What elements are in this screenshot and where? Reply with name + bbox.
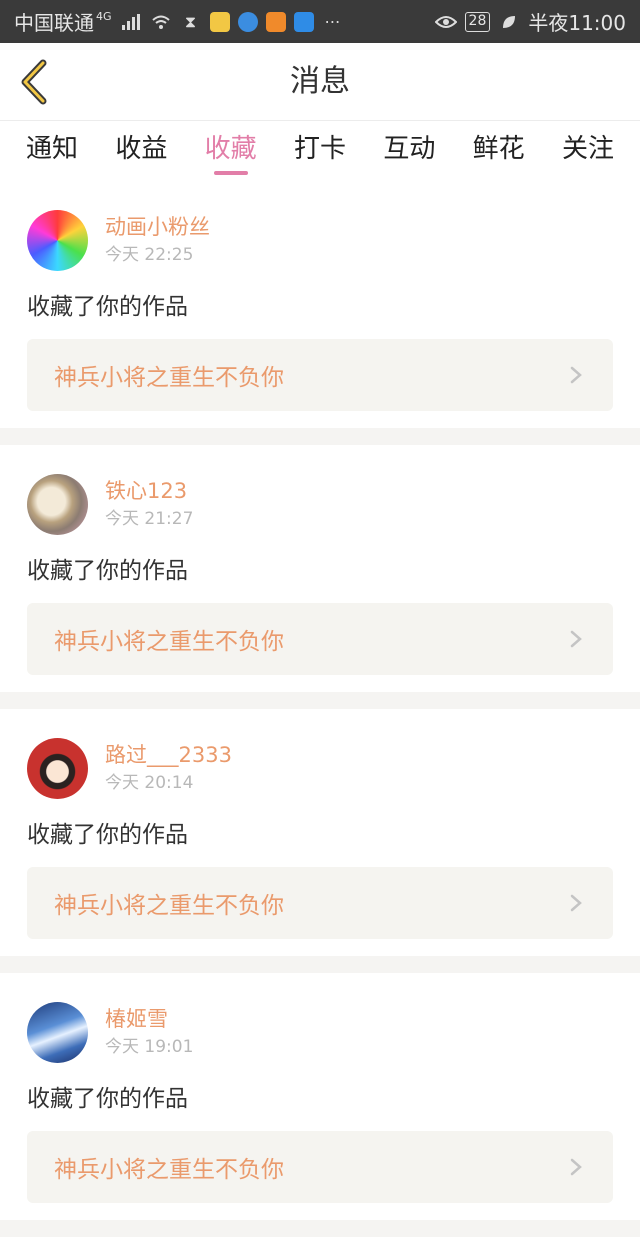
leaf-icon <box>498 11 520 33</box>
user-meta: 路过___2333 今天 20:14 <box>105 741 232 796</box>
avatar[interactable] <box>27 473 88 535</box>
action-text: 收藏了你的作品 <box>27 822 188 848</box>
tab-notice[interactable]: 通知 <box>26 121 78 181</box>
chevron-right-icon <box>570 630 582 648</box>
headset-icon <box>237 11 258 32</box>
back-arrow-icon <box>21 59 47 105</box>
work-link[interactable]: 神兵小将之重生不负你 <box>27 1131 613 1203</box>
message-card: 椿姬雪 今天 19:01 收藏了你的作品 神兵小将之重生不负你 <box>0 973 640 1220</box>
username[interactable]: 动画小粉丝 <box>105 213 210 241</box>
work-title: 神兵小将之重生不负你 <box>54 629 284 655</box>
message-list: 动画小粉丝 今天 22:25 收藏了你的作品 神兵小将之重生不负你 铁心123 … <box>0 181 640 1237</box>
username[interactable]: 铁心123 <box>105 477 193 505</box>
card-header: 路过___2333 今天 20:14 <box>27 737 613 799</box>
message-card: 动画小粉丝 今天 22:25 收藏了你的作品 神兵小将之重生不负你 <box>0 181 640 428</box>
work-link[interactable]: 神兵小将之重生不负你 <box>27 603 613 675</box>
hourglass-icon: ⧗ <box>184 11 197 31</box>
work-title: 神兵小将之重生不负你 <box>54 1157 284 1183</box>
timestamp: 今天 20:14 <box>105 772 194 793</box>
status-left: 中国联通 4G ⧗ ⋯ <box>14 7 435 36</box>
status-right: 28 半夜11:00 <box>434 7 626 36</box>
user-meta: 动画小粉丝 今天 22:25 <box>105 213 210 268</box>
status-bar: 中国联通 4G ⧗ ⋯ 28 半夜11:00 <box>0 0 640 43</box>
tab-checkin[interactable]: 打卡 <box>294 121 346 181</box>
avatar[interactable] <box>27 737 88 799</box>
signal-icon <box>120 11 142 33</box>
eye-icon <box>434 11 457 33</box>
card-header: 椿姬雪 今天 19:01 <box>27 1001 613 1063</box>
avatar[interactable] <box>27 1001 88 1063</box>
avatar[interactable] <box>27 209 88 271</box>
user-meta: 椿姬雪 今天 19:01 <box>105 1005 193 1060</box>
work-link[interactable]: 神兵小将之重生不负你 <box>27 339 613 411</box>
tab-flowers[interactable]: 鲜花 <box>473 121 525 181</box>
header: 消息 <box>0 43 640 121</box>
card-header: 铁心123 今天 21:27 <box>27 473 613 535</box>
username[interactable]: 椿姬雪 <box>105 1005 193 1033</box>
action-text: 收藏了你的作品 <box>27 1086 188 1112</box>
carrier-label: 中国联通 <box>14 11 94 35</box>
game-icon <box>265 11 286 32</box>
message-card: 路过___2333 今天 20:14 收藏了你的作品 神兵小将之重生不负你 <box>0 709 640 956</box>
page-title: 消息 <box>290 64 350 99</box>
timestamp: 今天 19:01 <box>105 1036 194 1057</box>
message-card: 铁心123 今天 21:27 收藏了你的作品 神兵小将之重生不负你 <box>0 445 640 692</box>
work-link[interactable]: 神兵小将之重生不负你 <box>27 867 613 939</box>
more-icon: ⋯ <box>324 12 341 31</box>
network-label: 4G <box>96 10 112 23</box>
action-text: 收藏了你的作品 <box>27 558 188 584</box>
clock: 半夜11:00 <box>528 11 626 35</box>
battery-indicator: 28 <box>464 11 491 32</box>
tab-favorites[interactable]: 收藏 <box>205 121 257 181</box>
tab-earnings[interactable]: 收益 <box>115 121 167 181</box>
chevron-right-icon <box>570 366 582 384</box>
qq-icon <box>293 11 314 32</box>
timestamp: 今天 22:25 <box>105 244 194 265</box>
user-meta: 铁心123 今天 21:27 <box>105 477 193 532</box>
tab-follow[interactable]: 关注 <box>562 121 614 181</box>
work-title: 神兵小将之重生不负你 <box>54 365 284 391</box>
chevron-right-icon <box>570 1158 582 1176</box>
tab-interaction[interactable]: 互动 <box>383 121 435 181</box>
action-text: 收藏了你的作品 <box>27 294 188 320</box>
timestamp: 今天 21:27 <box>105 508 194 529</box>
work-title: 神兵小将之重生不负你 <box>54 893 284 919</box>
card-header: 动画小粉丝 今天 22:25 <box>27 209 613 271</box>
wifi-icon <box>150 11 172 33</box>
back-button[interactable] <box>14 57 54 107</box>
tab-bar: 通知 收益 收藏 打卡 互动 鲜花 关注 <box>0 121 640 181</box>
app-notification-icon <box>209 11 230 32</box>
username[interactable]: 路过___2333 <box>105 741 232 769</box>
chevron-right-icon <box>570 894 582 912</box>
